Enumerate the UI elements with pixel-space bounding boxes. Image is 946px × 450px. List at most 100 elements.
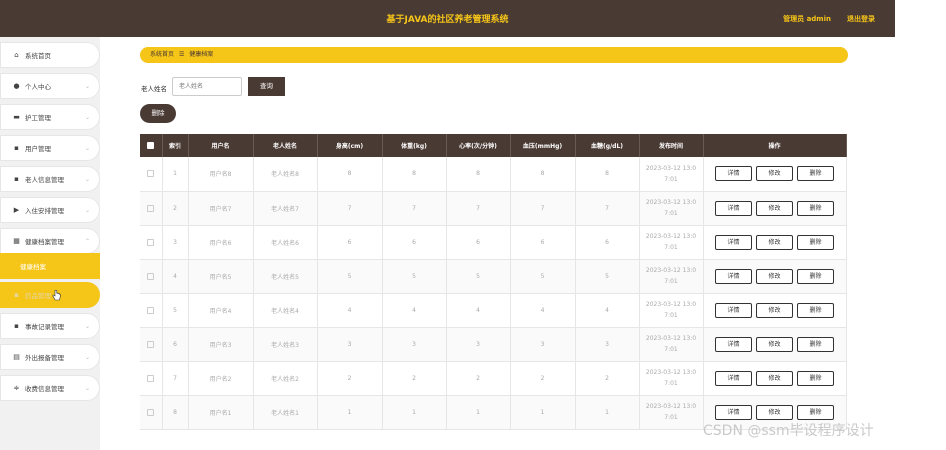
column-header: 用户名 [188, 134, 254, 157]
cell-blood-pressure: 8 [510, 157, 576, 192]
cell-actions: 详情 修改 删除 [703, 225, 847, 260]
chevron-down-icon: ⌄ [84, 113, 90, 121]
sidebar-item-label: 事故记录管理 [25, 323, 64, 331]
cell-heart-rate: 2 [446, 361, 511, 396]
delete-button[interactable]: 删除 [797, 200, 834, 216]
edit-button[interactable]: 修改 [756, 336, 793, 352]
time-clock: 7:01 [664, 175, 678, 183]
cell-index: 2 [162, 191, 189, 226]
cell-user: 用户名7 [188, 191, 254, 226]
column-header: 发布时间 [639, 134, 704, 157]
sidebar-item-accidents[interactable]: ▪ 事故记录管理 ⌄ [0, 313, 100, 339]
cell-height: 2 [317, 361, 383, 396]
row-checkbox[interactable] [140, 293, 163, 328]
delete-button[interactable]: 删除 [797, 166, 834, 182]
row-checkbox[interactable] [140, 395, 163, 430]
cell-user: 用户名3 [188, 327, 254, 362]
cell-index: 3 [162, 225, 189, 260]
briefcase-icon: ▬ [13, 113, 20, 121]
batch-delete-button[interactable]: 删除 [140, 104, 176, 123]
delete-button[interactable]: 删除 [797, 268, 834, 284]
user-icon: ● [13, 82, 20, 90]
table-row: 3 用户名6 老人姓名6 6 6 6 6 6 2023-03-12 13:0 7:01 详情 修改 删除 [140, 225, 847, 260]
detail-button[interactable]: 详情 [715, 302, 752, 318]
delete-button[interactable]: 删除 [797, 336, 834, 352]
cell-actions: 详情 修改 删除 [703, 327, 847, 362]
cell-blood-sugar: 1 [575, 395, 640, 430]
sidebar-item-label: 药品管理 [25, 292, 51, 300]
sidebar-item-home[interactable]: ⌂ 系统首页 [0, 42, 100, 68]
time-clock: 7:01 [664, 244, 678, 251]
edit-button[interactable]: 修改 [756, 302, 793, 318]
cell-blood-sugar: 8 [575, 157, 640, 192]
elder-name-search-input[interactable] [172, 77, 242, 96]
cell-user: 用户名2 [188, 361, 254, 396]
cell-weight: 8 [382, 157, 447, 192]
row-checkbox[interactable] [140, 327, 163, 362]
flag-icon: ▶ [13, 206, 20, 214]
cell-heart-rate: 8 [446, 157, 511, 192]
cell-index: 1 [162, 157, 189, 192]
cell-time: 2023-03-12 13:0 7:01 [639, 361, 704, 396]
sidebar-item-medicine[interactable]: ▪ 药品管理 [0, 282, 100, 308]
sidebar-item-health-records[interactable]: ▦ 健康档案管理 ⌃ [0, 228, 100, 254]
detail-button[interactable]: 详情 [715, 166, 752, 182]
delete-button[interactable]: 删除 [797, 302, 834, 318]
watermark: CSDN @ssm毕设程序设计 [703, 423, 874, 439]
edit-button[interactable]: 修改 [756, 234, 793, 250]
detail-button[interactable]: 详情 [715, 234, 752, 250]
column-header: 索引 [162, 134, 189, 157]
edit-button[interactable]: 修改 [756, 404, 793, 420]
row-checkbox[interactable] [140, 259, 163, 294]
row-checkbox[interactable] [140, 157, 163, 192]
cell-height: 1 [317, 395, 383, 430]
sidebar-item-label: 健康档案管理 [25, 238, 64, 246]
time-clock: 7:01 [664, 380, 678, 387]
edit-button[interactable]: 修改 [756, 268, 793, 284]
top-bar: 基于JAVA的社区养老管理系统 管理员 admin 退出登录 [0, 0, 895, 37]
table-row: 4 用户名5 老人姓名5 5 5 5 5 5 2023-03-12 13:0 7:01 详情 修改 删除 [140, 259, 847, 294]
cell-elder: 老人姓名7 [253, 191, 318, 226]
detail-button[interactable]: 详情 [715, 336, 752, 352]
row-checkbox[interactable] [140, 225, 163, 260]
edit-button[interactable]: 修改 [756, 166, 793, 182]
delete-button[interactable]: 删除 [797, 234, 834, 250]
detail-button[interactable]: 详情 [715, 268, 752, 284]
sidebar-subitem-health-record[interactable]: 健康档案 [0, 253, 100, 279]
logout-link[interactable]: 退出登录 [847, 14, 875, 24]
row-checkbox[interactable] [140, 361, 163, 396]
sidebar-item-fees[interactable]: ≑ 收费信息管理 ⌄ [0, 375, 100, 401]
cell-blood-pressure: 1 [510, 395, 576, 430]
row-checkbox[interactable] [140, 191, 163, 226]
edit-button[interactable]: 修改 [756, 200, 793, 216]
sidebar-item-elder-info[interactable]: ▪ 老人信息管理 ⌄ [0, 166, 100, 192]
sidebar-item-caregivers[interactable]: ▬ 护工管理 ⌄ [0, 104, 100, 130]
sidebar-item-outing[interactable]: ▤ 外出报备管理 ⌄ [0, 344, 100, 370]
detail-button[interactable]: 详情 [715, 370, 752, 386]
sidebar-item-profile[interactable]: ● 个人中心 ⌄ [0, 73, 100, 99]
edit-button[interactable]: 修改 [756, 370, 793, 386]
cell-heart-rate: 1 [446, 395, 511, 430]
sidebar-item-users[interactable]: ▪ 用户管理 ⌄ [0, 135, 100, 161]
chevron-down-icon: ⌄ [84, 144, 90, 152]
cell-weight: 1 [382, 395, 447, 430]
chevron-up-icon: ⌃ [84, 237, 90, 245]
search-button[interactable]: 查询 [248, 77, 285, 96]
sidebar-item-checkin[interactable]: ▶ 入住安排管理 ⌄ [0, 197, 100, 223]
breadcrumb-home[interactable]: 系统首页 [150, 51, 174, 58]
cell-heart-rate: 3 [446, 327, 511, 362]
detail-button[interactable]: 详情 [715, 404, 752, 420]
cell-heart-rate: 6 [446, 225, 511, 260]
cell-blood-pressure: 7 [510, 191, 576, 226]
sidebar-item-label: 老人信息管理 [25, 176, 64, 184]
detail-button[interactable]: 详情 [715, 200, 752, 216]
select-all-checkbox[interactable] [140, 134, 163, 157]
chevron-down-icon: ⌄ [84, 322, 90, 330]
sidebar-item-label: 护工管理 [25, 114, 51, 122]
table-row: 1 用户名8 老人姓名8 8 8 8 8 8 2023-03-12 13:0 7:01 详情 修改 删除 [140, 157, 847, 192]
breadcrumb-current: 健康档案 [189, 51, 214, 58]
time-clock: 7:01 [664, 312, 678, 319]
delete-button[interactable]: 删除 [797, 370, 834, 386]
cell-height: 4 [317, 293, 383, 328]
delete-button[interactable]: 删除 [797, 404, 834, 420]
